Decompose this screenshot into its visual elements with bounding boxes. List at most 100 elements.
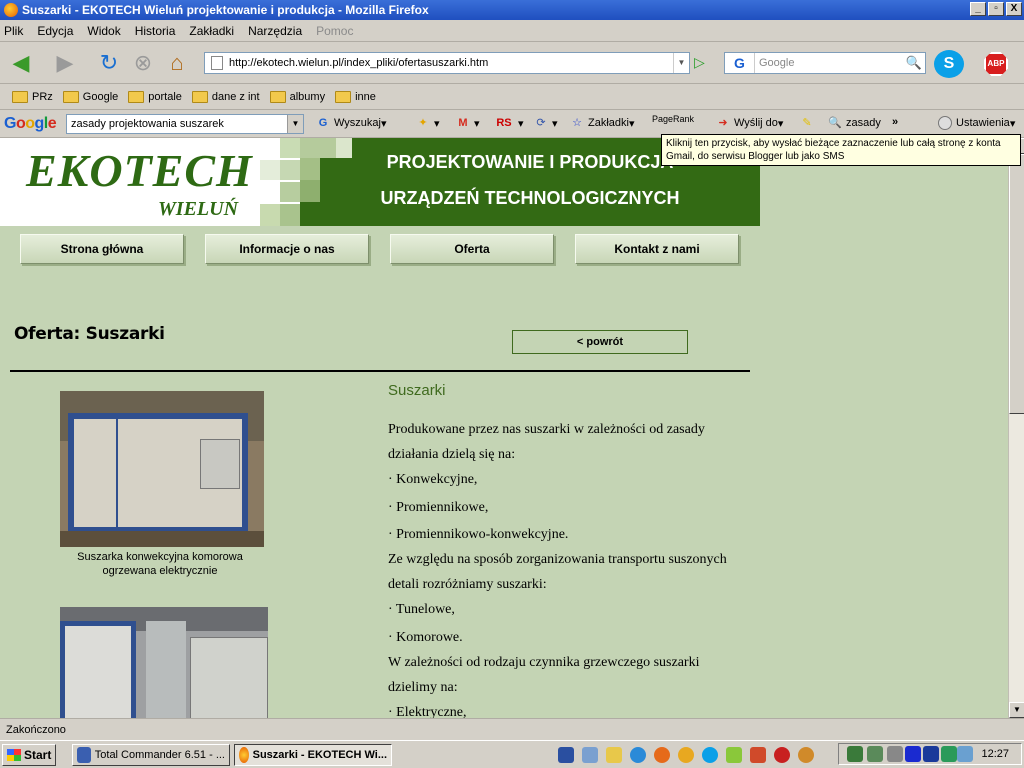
app-icon[interactable] — [798, 747, 814, 763]
more-chevron-icon[interactable]: » — [892, 116, 898, 128]
reload-icon[interactable]: ↻ — [96, 50, 122, 76]
list-item: · Promiennikowe, — [388, 500, 489, 515]
nav-offer-button[interactable]: Oferta — [390, 234, 554, 264]
google-logo[interactable]: Google — [4, 115, 57, 133]
chevron-down-icon[interactable]: ▼ — [287, 115, 303, 133]
bookmark-inne[interactable]: inne — [335, 90, 376, 103]
tray-icon[interactable] — [957, 746, 973, 762]
navigation-toolbar: ◀ ▶ ↻ ⊗ ⌂ http://ekotech.wielun.pl/index… — [0, 42, 1024, 84]
menu-widok[interactable]: Widok — [87, 24, 120, 38]
list-item: · Tunelowe, — [388, 602, 455, 617]
menu-zakladki[interactable]: Zakładki — [189, 24, 234, 38]
home-icon[interactable]: ⌂ — [164, 50, 190, 76]
paragraph-line: dzielimy na: — [388, 680, 458, 695]
task-firefox[interactable]: Suszarki - EKOTECH Wi... — [234, 743, 392, 766]
app-icon[interactable] — [726, 747, 742, 763]
app-icon[interactable] — [582, 747, 598, 763]
paragraph-line: Produkowane przez nas suszarki w zależno… — [388, 422, 705, 437]
volume-icon[interactable] — [887, 746, 903, 762]
search-engine-icon[interactable]: G — [725, 53, 755, 73]
menu-pomoc[interactable]: Pomoc — [316, 24, 353, 38]
back-arrow-icon[interactable]: ◀ — [8, 50, 34, 76]
nav-contact-button[interactable]: Kontakt z nami — [575, 234, 739, 264]
skype-icon[interactable] — [702, 747, 718, 763]
url-bar[interactable]: http://ekotech.wielun.pl/index_pliki/ofe… — [204, 52, 690, 74]
google-search-button[interactable]: G Wyszukaj ▾ — [316, 116, 387, 130]
rs-icon[interactable]: RS ▾ — [494, 116, 523, 130]
task-total-commander[interactable]: Total Commander 6.51 - ... — [72, 743, 230, 766]
list-item: · Elektryczne, — [388, 705, 467, 718]
ie-icon[interactable] — [630, 747, 646, 763]
search-input[interactable]: Google — [755, 57, 903, 69]
tray-icon[interactable] — [941, 746, 957, 762]
divider — [10, 370, 750, 372]
firefox-icon[interactable] — [654, 747, 670, 763]
maximize-button[interactable]: ▫ — [988, 2, 1004, 16]
network-icon[interactable] — [847, 746, 863, 762]
menu-narzedzia[interactable]: Narzędzia — [248, 24, 302, 38]
banner-line-2: URZĄDZEŃ TECHNOLOGICZNYCH — [380, 188, 680, 208]
back-button[interactable]: < powrót — [512, 330, 688, 354]
menu-edycja[interactable]: Edycja — [37, 24, 73, 38]
system-tray: 12:27 — [838, 743, 1022, 765]
google-search-input[interactable]: zasady projektowania suszarek ▼ — [66, 114, 304, 134]
sun-icon[interactable] — [678, 747, 694, 763]
page-icon — [211, 56, 223, 70]
nav-home-button[interactable]: Strona główna — [20, 234, 184, 264]
menu-bar: Plik Edycja Widok Historia Zakładki Narz… — [0, 20, 1024, 42]
firefox-icon — [4, 3, 18, 17]
taskbar: Start Total Commander 6.51 - ... Suszark… — [0, 740, 1024, 768]
dryer-photo-1 — [60, 391, 264, 547]
paragraph-line: Ze względu na sposób zorganizowania tran… — [388, 552, 727, 567]
bookmark-dane[interactable]: dane z int — [191, 90, 260, 103]
search-icon[interactable] — [606, 747, 622, 763]
page-title: Oferta: Suszarki — [14, 324, 165, 344]
forward-arrow-icon[interactable]: ▶ — [52, 50, 78, 76]
opera-icon[interactable] — [774, 747, 790, 763]
bookmark-google[interactable]: Google — [62, 90, 118, 103]
web-page: EKOTECH WIELUŃ PROJEKTOWANIE I PRODUKCJA… — [0, 138, 1008, 718]
scroll-thumb[interactable] — [1009, 154, 1024, 414]
clock: 12:27 — [981, 748, 1009, 760]
translate-icon[interactable]: ⟳ ▾ — [534, 116, 557, 130]
menu-historia[interactable]: Historia — [135, 24, 176, 38]
highlighter-icon[interactable]: ✎ — [800, 116, 818, 130]
player-icon[interactable] — [905, 746, 921, 762]
total-commander-icon — [77, 746, 91, 763]
windows-logo-icon — [7, 748, 21, 761]
search-icon[interactable]: 🔍 — [903, 55, 925, 71]
minimize-button[interactable]: _ — [970, 2, 986, 16]
google-g-icon: G — [318, 117, 328, 129]
gmail-icon[interactable]: M ▾ — [456, 116, 479, 130]
search-term-zasady[interactable]: 🔍 zasady — [828, 116, 881, 130]
tray-icon[interactable] — [867, 746, 883, 762]
folder-icon — [191, 90, 208, 103]
stop-icon[interactable]: ⊗ — [130, 50, 156, 76]
close-button[interactable]: X — [1006, 2, 1022, 16]
settings-button[interactable]: Ustawienia ▾ — [938, 116, 1015, 130]
skype-icon[interactable]: S — [934, 50, 964, 78]
adblock-icon[interactable]: ABP — [984, 52, 1008, 76]
url-dropdown-icon[interactable]: ▼ — [673, 53, 689, 73]
bookmarks-star-button[interactable]: ☆ Zakładki ▾ — [570, 116, 634, 130]
menu-plik[interactable]: Plik — [4, 24, 23, 38]
go-icon[interactable]: ▷ — [694, 54, 712, 72]
bookmark-portale[interactable]: portale — [128, 90, 182, 103]
start-button[interactable]: Start — [2, 743, 56, 766]
bookmark-prz[interactable]: PRz — [12, 90, 53, 103]
folder-icon — [269, 90, 286, 103]
language-icon[interactable] — [923, 746, 939, 762]
nav-about-button[interactable]: Informacje o nas — [205, 234, 369, 264]
app-icon[interactable] — [750, 747, 766, 763]
folder-icon — [335, 90, 352, 103]
bookmark-albumy[interactable]: albumy — [269, 90, 325, 103]
search-box[interactable]: G Google 🔍 — [724, 52, 926, 74]
window-title: Suszarki - EKOTECH Wieluń projektowanie … — [22, 3, 429, 17]
vertical-scrollbar[interactable]: ▲ ▼ — [1008, 138, 1024, 718]
url-text: http://ekotech.wielun.pl/index_pliki/ofe… — [229, 57, 489, 69]
quick-launch — [554, 747, 818, 763]
scroll-down-icon[interactable]: ▼ — [1009, 702, 1024, 718]
send-to-button[interactable]: ➜ Wyślij do ▾ — [716, 116, 783, 130]
news-icon[interactable]: ✦ ▾ — [416, 116, 439, 130]
save-icon[interactable] — [558, 747, 574, 763]
